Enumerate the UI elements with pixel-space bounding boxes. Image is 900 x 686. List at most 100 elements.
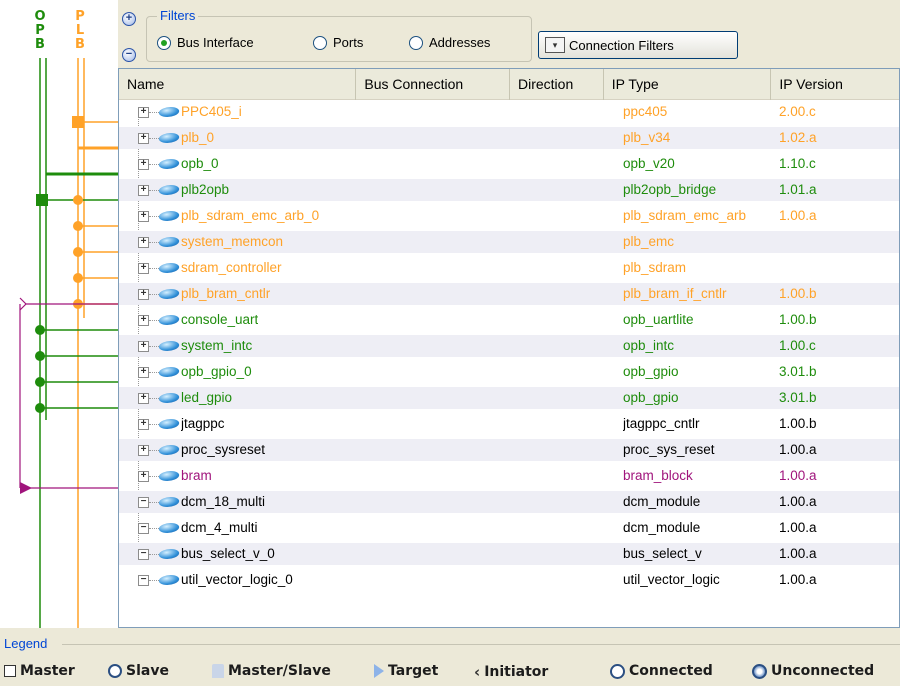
column-header-name[interactable]: Name (119, 69, 357, 100)
master-square-icon (4, 665, 16, 677)
column-header-ip-type[interactable]: IP Type (604, 69, 772, 100)
ip-type: dcm_module (623, 520, 701, 535)
table-row[interactable]: − bus_select_v_0 bus_select_v 1.00.a (119, 543, 899, 565)
tree-expander-icon[interactable]: + (138, 159, 149, 170)
expand-all-button[interactable]: + (122, 12, 136, 26)
connection-filters-button[interactable]: ▾ Connection Filters (538, 31, 738, 59)
tree-expander-icon[interactable]: − (138, 523, 149, 534)
ip-type: proc_sys_reset (623, 442, 715, 457)
legend-slave: Slave (108, 663, 169, 679)
instance-name: bram (181, 468, 212, 483)
ip-version: 1.02.a (779, 130, 817, 145)
table-row[interactable]: − util_vector_logic_0 util_vector_logic 1.0… (119, 569, 899, 591)
ip-type: util_vector_logic (623, 572, 720, 587)
ip-version: 1.00.b (779, 312, 817, 327)
tree-expander-icon[interactable]: + (138, 367, 149, 378)
target-triangle-icon (374, 664, 384, 678)
filter-addresses-radio[interactable]: Addresses (409, 35, 490, 50)
filter-funnel-icon: ▾ (545, 37, 565, 53)
legend-unconnected-label: Unconnected (771, 663, 875, 679)
table-row[interactable]: − dcm_18_multi dcm_module 1.00.a (119, 491, 899, 513)
bus-diagram[interactable] (0, 0, 118, 628)
tree-expander-icon[interactable]: + (138, 289, 149, 300)
ip-version: 1.01.a (779, 182, 817, 197)
radio-unselected-icon[interactable] (313, 35, 327, 50)
table-row[interactable]: + plb_bram_cntlr plb_bram_if_cntlr 1.00.b (119, 283, 899, 305)
ip-version: 1.00.b (779, 416, 817, 431)
tree-expander-icon[interactable]: + (138, 341, 149, 352)
column-header-ip-version[interactable]: IP Version (771, 69, 899, 100)
filter-bus-interface-label: Bus Interface (177, 35, 254, 50)
table-row[interactable]: + plb_0 plb_v34 1.02.a (119, 127, 899, 149)
ip-version: 1.00.a (779, 208, 817, 223)
ip-instance-icon (157, 445, 181, 455)
tree-expander-icon[interactable]: − (138, 497, 149, 508)
tree-expander-icon[interactable]: + (138, 315, 149, 326)
instance-name: sdram_controller (181, 260, 282, 275)
tree-expander-icon[interactable]: + (138, 237, 149, 248)
instance-name: plb_0 (181, 130, 215, 145)
ip-type: bus_select_v (623, 546, 702, 561)
ip-version: 1.10.c (779, 156, 816, 171)
master-marker (72, 116, 84, 128)
collapse-all-button[interactable]: − (122, 48, 136, 62)
ip-instance-icon (157, 523, 181, 533)
legend-target-label: Target (388, 663, 439, 679)
ip-type: plb_sdram (623, 260, 687, 275)
tree-expander-icon[interactable]: + (138, 471, 149, 482)
ip-instance-icon (157, 107, 181, 117)
ip-version: 1.00.a (779, 520, 817, 535)
tree-expander-icon[interactable]: − (138, 549, 149, 560)
legend-connected-label: Connected (629, 663, 713, 679)
filter-bus-interface-radio[interactable]: Bus Interface (157, 35, 254, 50)
table-row[interactable]: + console_uart opb_uartlite 1.00.b (119, 309, 899, 331)
filter-ports-radio[interactable]: Ports (313, 35, 363, 50)
table-row[interactable]: + opb_0 opb_v20 1.10.c (119, 153, 899, 175)
table-row[interactable]: + bram bram_block 1.00.a (119, 465, 899, 487)
instance-name: opb_gpio_0 (181, 364, 252, 379)
instance-name: plb_sdram_emc_arb_0 (181, 208, 320, 223)
tree-expander-icon[interactable]: + (138, 445, 149, 456)
table-row[interactable]: − dcm_4_multi dcm_module 1.00.a (119, 517, 899, 539)
table-row[interactable]: + sdram_controller plb_sdram (119, 257, 899, 279)
ip-instance-icon (157, 575, 181, 585)
table-row[interactable]: + PPC405_i ppc405 2.00.c (119, 101, 899, 123)
ip-version: 1.00.a (779, 546, 817, 561)
tree-expander-icon[interactable]: + (138, 419, 149, 430)
ip-version: 1.00.c (779, 338, 816, 353)
ip-instance-icon (157, 159, 181, 169)
ip-version: 1.00.a (779, 468, 817, 483)
ip-instance-icon (157, 211, 181, 221)
table-row[interactable]: + system_intc opb_intc 1.00.c (119, 335, 899, 357)
legend-initiator: ‹ Initiator (474, 663, 548, 681)
instance-name: PPC405_i (181, 104, 242, 119)
tree-expander-icon[interactable]: + (138, 393, 149, 404)
tree-expander-icon[interactable]: + (138, 133, 149, 144)
radio-selected-icon[interactable] (157, 35, 171, 50)
table-row[interactable]: + proc_sysreset proc_sys_reset 1.00.a (119, 439, 899, 461)
table-row[interactable]: + jtagppc jtagppc_cntlr 1.00.b (119, 413, 899, 435)
tree-expander-icon[interactable]: − (138, 575, 149, 586)
legend-initiator-label: Initiator (484, 664, 549, 680)
column-header-bus-connection[interactable]: Bus Connection (356, 69, 510, 100)
radio-unselected-icon[interactable] (409, 35, 423, 50)
tree-expander-icon[interactable]: + (138, 211, 149, 222)
table-row[interactable]: + opb_gpio_0 opb_gpio 3.01.b (119, 361, 899, 383)
table-row[interactable]: + system_memcon plb_emc (119, 231, 899, 253)
bus-connectivity-panel: O P B P L B (0, 0, 118, 628)
ip-type: plb_sdram_emc_arb (623, 208, 747, 223)
table-row[interactable]: + led_gpio opb_gpio 3.01.b (119, 387, 899, 409)
instance-name: system_memcon (181, 234, 284, 249)
tree-expander-icon[interactable]: + (138, 185, 149, 196)
legend-divider (62, 644, 900, 645)
table-row[interactable]: + plb_sdram_emc_arb_0 plb_sdram_emc_arb 1.0… (119, 205, 899, 227)
tree-expander-icon[interactable]: + (138, 263, 149, 274)
bus-interface-table: Name Bus Connection Direction IP Type IP… (118, 68, 900, 628)
table-header: Name Bus Connection Direction IP Type IP… (119, 69, 899, 100)
table-row[interactable]: + plb2opb plb2opb_bridge 1.01.a (119, 179, 899, 201)
column-header-direction[interactable]: Direction (510, 69, 604, 100)
ip-type: opb_gpio (623, 364, 679, 379)
instance-name: proc_sysreset (181, 442, 266, 457)
tree-expander-icon[interactable]: + (138, 107, 149, 118)
ip-version: 2.00.c (779, 104, 816, 119)
